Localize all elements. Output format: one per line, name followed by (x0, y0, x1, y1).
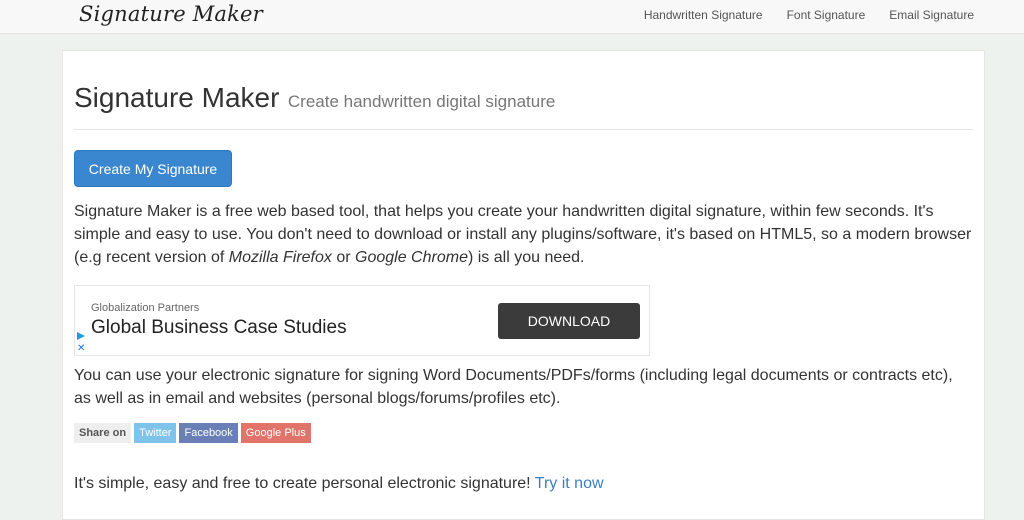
create-signature-button[interactable]: Create My Signature (74, 150, 232, 187)
nav-handwritten-signature[interactable]: Handwritten Signature (644, 8, 763, 22)
content-panel: Signature Maker Create handwritten digit… (62, 50, 985, 520)
ad-title[interactable]: Global Business Case Studies (91, 317, 347, 339)
share-google-plus-button[interactable]: Google Plus (240, 423, 311, 443)
share-twitter-button[interactable]: Twitter (134, 423, 177, 443)
page-header: Signature Maker Create handwritten digit… (74, 82, 973, 130)
share-label: Share on (74, 423, 132, 443)
share-bar: Share on Twitter Facebook Google Plus (74, 423, 311, 443)
browser-chrome: Google Chrome (355, 249, 468, 266)
share-facebook-button[interactable]: Facebook (179, 423, 238, 443)
intro-text-3: ) is all you need. (467, 249, 585, 266)
cta-text: It's simple, easy and free to create per… (74, 475, 535, 492)
ad-choices-icon[interactable] (77, 332, 85, 340)
intro-text-2: or (331, 249, 356, 266)
cta-line: It's simple, easy and free to create per… (74, 475, 604, 493)
ad-source: Globalization Partners (91, 302, 200, 314)
nav-font-signature[interactable]: Font Signature (787, 8, 866, 22)
page-subtitle: Create handwritten digital signature (287, 92, 556, 111)
ad-banner[interactable]: Globalization Partners Global Business C… (74, 285, 650, 356)
brand-logo[interactable]: Signature Maker (79, 2, 263, 26)
navbar: Signature Maker Handwritten Signature Fo… (0, 0, 1024, 34)
usage-paragraph: You can use your electronic signature fo… (74, 367, 953, 407)
intro-paragraph: Signature Maker is a free web based tool… (74, 200, 973, 269)
ad-close-icon[interactable]: ✕ (77, 344, 85, 354)
try-it-now-link[interactable]: Try it now (535, 475, 604, 492)
nav-email-signature[interactable]: Email Signature (889, 8, 974, 22)
browser-firefox: Mozilla Firefox (228, 249, 332, 266)
nav-links: Handwritten Signature Font Signature Ema… (644, 8, 974, 22)
page-title: Signature Maker (74, 82, 280, 113)
ad-download-button[interactable]: DOWNLOAD (498, 303, 640, 339)
